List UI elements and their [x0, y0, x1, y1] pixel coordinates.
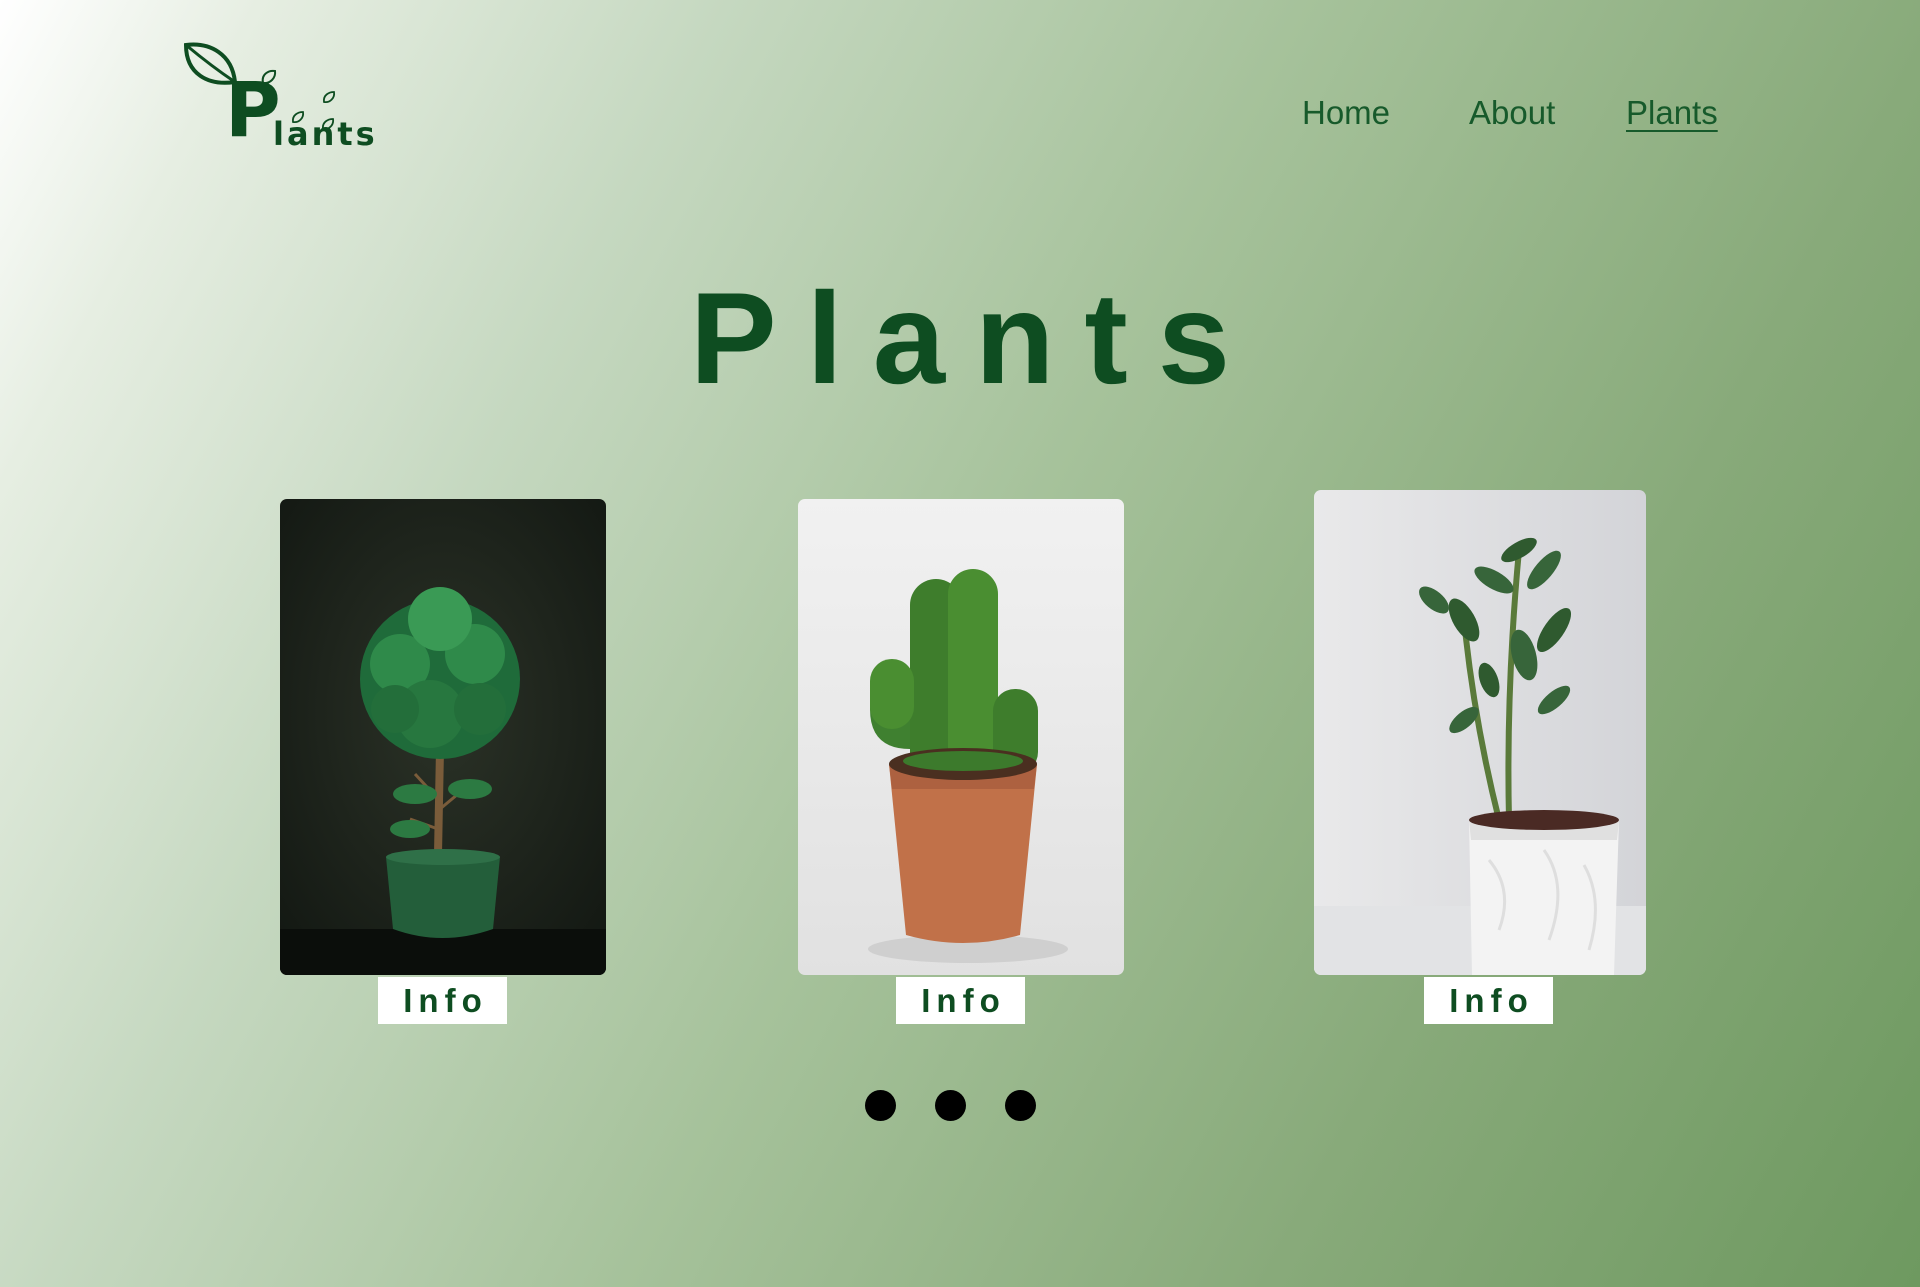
- logo-text: lants: [273, 115, 378, 153]
- plant-card-image[interactable]: [280, 499, 606, 975]
- nav-plants[interactable]: Plants: [1626, 94, 1718, 132]
- zz-plant-image: [1314, 490, 1646, 975]
- nav-about[interactable]: About: [1469, 94, 1555, 132]
- site-logo[interactable]: P lants: [180, 42, 375, 154]
- carousel-dot-3[interactable]: [1005, 1090, 1036, 1121]
- info-button[interactable]: Info: [378, 977, 507, 1024]
- cactus-plant-image: [798, 499, 1124, 975]
- page-title: Plants: [689, 265, 1261, 411]
- plant-card-image[interactable]: [1314, 490, 1646, 975]
- plant-card-image[interactable]: [798, 499, 1124, 975]
- small-leaf-icon: [323, 91, 336, 104]
- info-button[interactable]: Info: [1424, 977, 1553, 1024]
- topiary-plant-image: [280, 499, 606, 975]
- carousel-dot-1[interactable]: [865, 1090, 896, 1121]
- carousel-dot-2[interactable]: [935, 1090, 966, 1121]
- info-button[interactable]: Info: [896, 977, 1025, 1024]
- nav-home[interactable]: Home: [1302, 94, 1390, 132]
